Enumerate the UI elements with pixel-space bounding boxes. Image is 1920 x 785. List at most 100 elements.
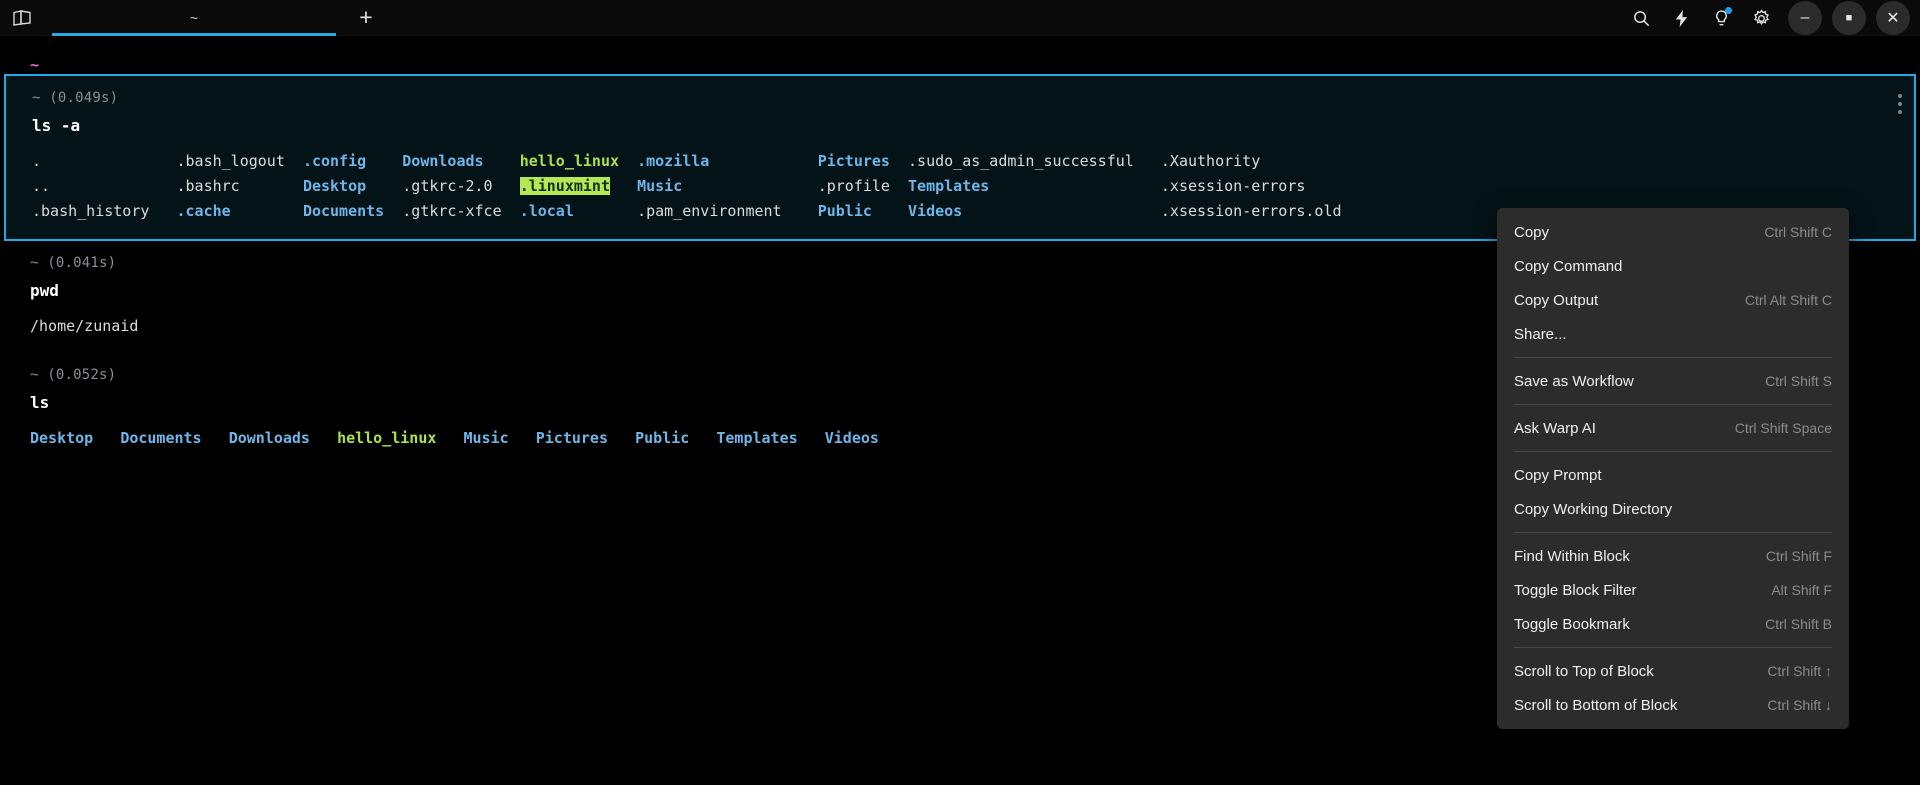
- output-entry: .Xauthority: [1160, 152, 1261, 170]
- menu-item-copy[interactable]: Copy Ctrl Shift C: [1497, 215, 1849, 249]
- window-maximize-button[interactable]: ■: [1832, 1, 1866, 35]
- output-spacer: [1342, 202, 1351, 220]
- menu-item-toggle-bookmark[interactable]: Toggle Bookmark Ctrl Shift B: [1497, 607, 1849, 641]
- lightning-icon[interactable]: [1664, 1, 1698, 35]
- menu-separator: [1514, 647, 1832, 648]
- output-entry: Templates: [716, 428, 798, 447]
- output-spacer: [41, 152, 176, 170]
- menu-item-label: Save as Workflow: [1514, 372, 1634, 390]
- block-more-options-icon[interactable]: [1898, 94, 1902, 114]
- output-entry: .linuxmint: [519, 177, 610, 196]
- menu-item-label: Copy Prompt: [1514, 466, 1602, 484]
- output-entry: Music: [637, 177, 683, 196]
- output-spacer: [310, 429, 337, 447]
- title-bar: ~ + – ■ ✕: [0, 0, 1920, 36]
- menu-item-copy-output[interactable]: Copy Output Ctrl Alt Shift C: [1497, 283, 1849, 317]
- output-spacer: [574, 202, 637, 220]
- output-entry: ..: [32, 177, 51, 196]
- output-entry: .cache: [176, 202, 231, 221]
- menu-item-share[interactable]: Share...: [1497, 317, 1849, 351]
- terminal-area[interactable]: ~ ~ (0.049s) ls -a . .bash_logout .config …: [0, 36, 1920, 785]
- titlebar-actions: – ■ ✕: [1624, 0, 1910, 36]
- output-spacer: [782, 202, 818, 220]
- output-spacer: [1260, 152, 1269, 170]
- output-entry: Desktop: [302, 177, 367, 196]
- tab-home[interactable]: ~: [44, 0, 344, 36]
- output-spacer: [436, 429, 463, 447]
- menu-separator: [1514, 404, 1832, 405]
- window-maximize-glyph: ■: [1845, 12, 1853, 24]
- menu-item-shortcut: Ctrl Shift ↑: [1767, 663, 1832, 679]
- output-entry: Downloads: [228, 428, 310, 447]
- menu-item-shortcut: Ctrl Shift ↓: [1767, 697, 1832, 713]
- menu-item-shortcut: Ctrl Shift F: [1765, 548, 1832, 564]
- menu-item-label: Scroll to Top of Block: [1514, 662, 1654, 680]
- output-spacer: [619, 152, 637, 170]
- output-entry: .bashrc: [176, 177, 240, 196]
- output-spacer: [509, 429, 536, 447]
- output-entry: .gtkrc-xfce: [402, 202, 502, 221]
- output-spacer: [50, 177, 176, 195]
- output-spacer: [149, 202, 176, 220]
- output-entry: .xsession-errors.old: [1160, 202, 1342, 221]
- output-entry: .gtkrc-2.0: [402, 177, 493, 196]
- output-spacer: [689, 429, 716, 447]
- output-entry: .pam_environment: [637, 202, 782, 221]
- menu-item-label: Copy Output: [1514, 291, 1599, 309]
- output-spacer: [1134, 152, 1161, 170]
- book-icon[interactable]: [0, 0, 44, 36]
- output-entry: .sudo_as_admin_successful: [908, 152, 1134, 170]
- output-spacer: [202, 429, 229, 447]
- menu-item-save-as-workflow[interactable]: Save as Workflow Ctrl Shift S: [1497, 364, 1849, 398]
- output-entry: Downloads: [402, 152, 484, 170]
- menu-item-label: Copy Command: [1514, 257, 1623, 275]
- output-entry: hello_linux: [337, 428, 437, 447]
- block-meta: ~ (0.049s): [32, 90, 119, 106]
- gear-icon[interactable]: [1744, 1, 1778, 35]
- menu-separator: [1514, 451, 1832, 452]
- lightbulb-icon[interactable]: [1704, 1, 1738, 35]
- output-entry: Documents: [302, 202, 385, 221]
- output-spacer: [493, 177, 520, 195]
- output-entry: .: [32, 152, 42, 170]
- menu-item-label: Ask Warp AI: [1514, 419, 1596, 437]
- menu-separator: [1514, 532, 1832, 533]
- output-spacer: [610, 177, 637, 195]
- output-entry: .xsession-errors: [1160, 177, 1306, 196]
- search-icon[interactable]: [1624, 1, 1658, 35]
- output-spacer: [608, 429, 635, 447]
- output-spacer: [872, 202, 908, 220]
- output-spacer: [285, 152, 303, 170]
- output-entry: .bash_history: [32, 202, 150, 221]
- output-spacer: [1305, 177, 1314, 195]
- menu-item-find-within-block[interactable]: Find Within Block Ctrl Shift F: [1497, 539, 1849, 573]
- window-minimize-button[interactable]: –: [1788, 1, 1822, 35]
- menu-item-ask-warp-ai[interactable]: Ask Warp AI Ctrl Shift Space: [1497, 411, 1849, 445]
- menu-item-toggle-block-filter[interactable]: Toggle Block Filter Alt Shift F: [1497, 573, 1849, 607]
- output-spacer: [484, 152, 520, 170]
- menu-item-copy-prompt[interactable]: Copy Prompt: [1497, 458, 1849, 492]
- new-tab-button[interactable]: +: [344, 0, 388, 36]
- menu-item-copy-working-directory[interactable]: Copy Working Directory: [1497, 492, 1849, 526]
- output-line: .. .bashrc Desktop .gtkrc-2.0 .linuxmint…: [32, 174, 1888, 199]
- output-entry: .config: [302, 152, 367, 170]
- menu-item-copy-command[interactable]: Copy Command: [1497, 249, 1849, 283]
- block-context-menu[interactable]: Copy Ctrl Shift C Copy Command Copy Output C…: [1497, 208, 1849, 729]
- output-spacer: [890, 152, 908, 170]
- menu-item-shortcut: Alt Shift F: [1771, 582, 1832, 598]
- menu-item-scroll-to-bottom-of-block[interactable]: Scroll to Bottom of Block Ctrl Shift ↓: [1497, 688, 1849, 722]
- menu-item-scroll-to-top-of-block[interactable]: Scroll to Top of Block Ctrl Shift ↑: [1497, 654, 1849, 688]
- output-entry: Public: [635, 428, 690, 447]
- tab-bar: ~ +: [0, 0, 388, 36]
- tab-label: ~: [189, 9, 199, 26]
- output-entry: .bash_logout: [176, 152, 285, 170]
- menu-item-shortcut: Ctrl Shift B: [1765, 616, 1832, 632]
- output-entry: Public: [817, 202, 872, 221]
- output-entry: .mozilla: [637, 152, 710, 170]
- window-close-button[interactable]: ✕: [1876, 1, 1910, 35]
- output-spacer: [890, 177, 908, 195]
- menu-item-label: Toggle Bookmark: [1514, 615, 1630, 633]
- output-entry: Documents: [120, 428, 202, 447]
- output-entry: Templates: [908, 177, 990, 196]
- output-entry: .profile: [817, 177, 890, 196]
